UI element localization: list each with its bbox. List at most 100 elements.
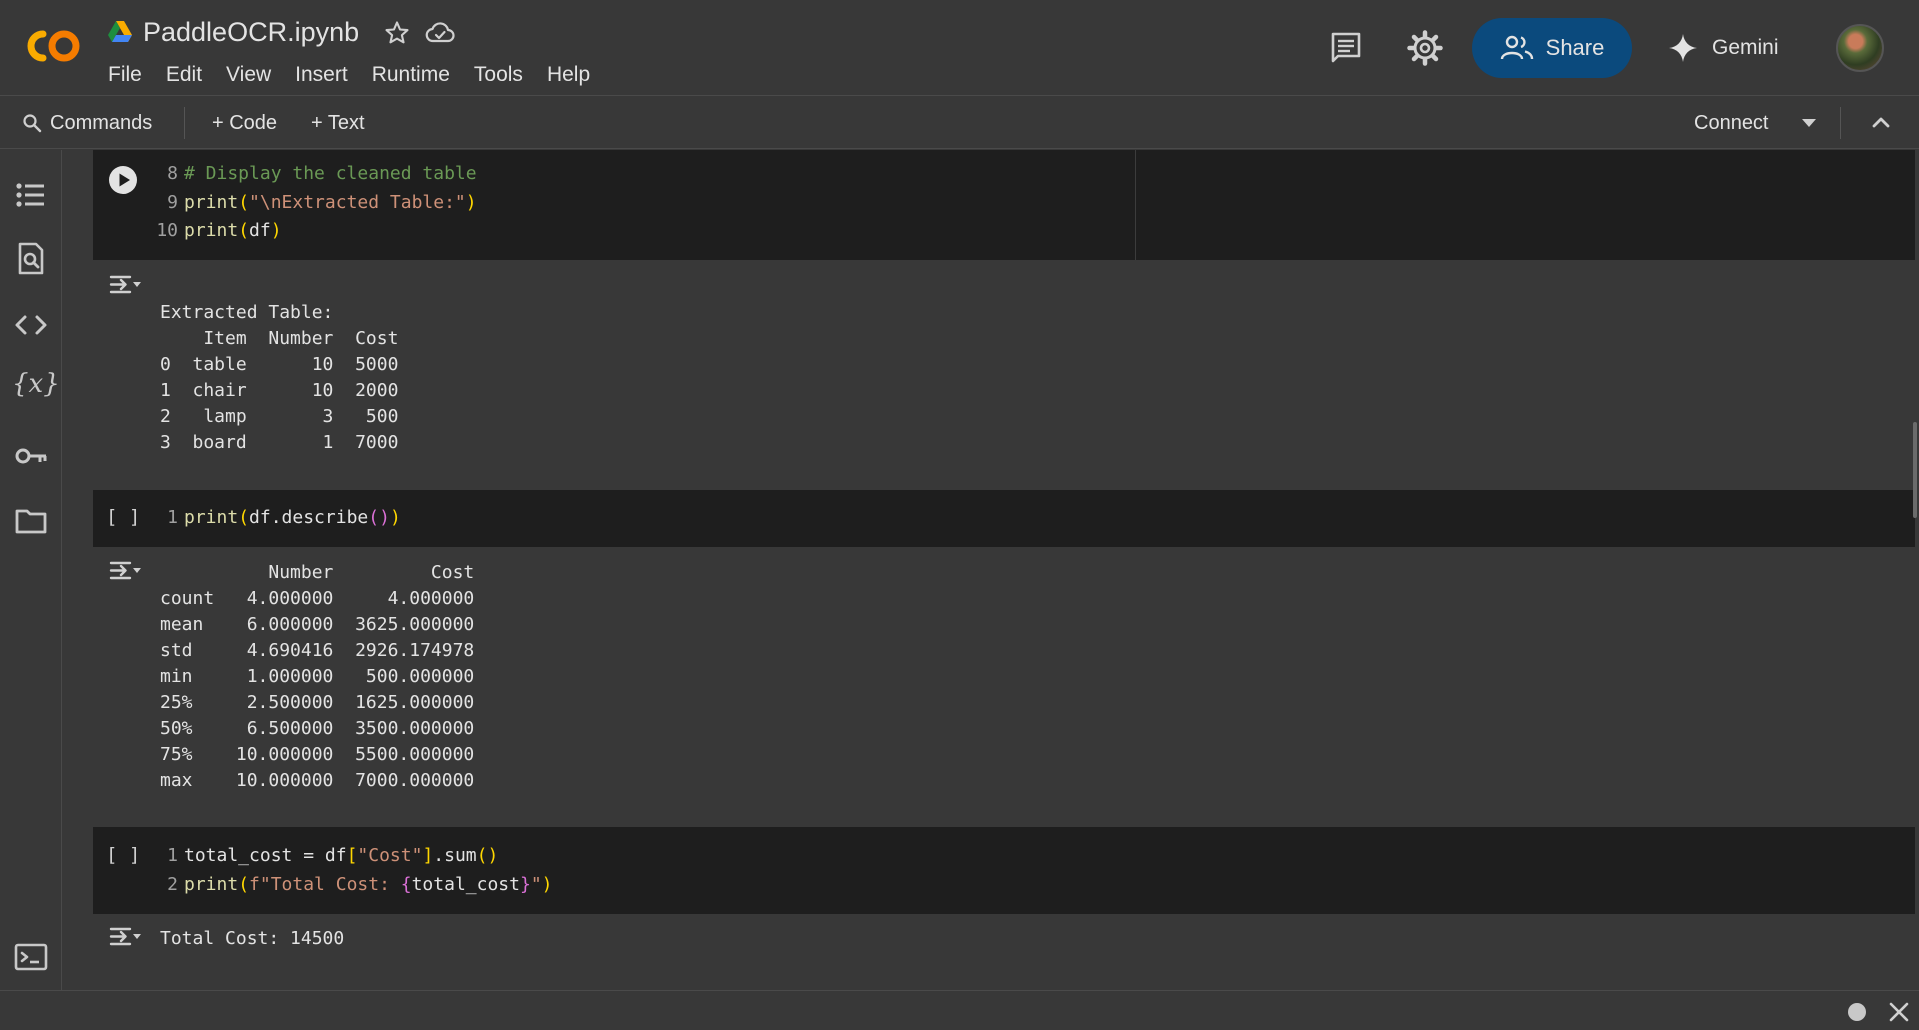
output-options-icon[interactable]	[108, 556, 142, 588]
gemini-button[interactable]: Gemini	[1668, 28, 1779, 68]
search-icon	[23, 114, 42, 133]
code-token: )	[465, 191, 477, 213]
code-token: {	[400, 873, 412, 895]
code-token: )	[270, 220, 282, 241]
app-header: PaddleOCR.ipynb File Edit View Insert Ru…	[0, 0, 1919, 96]
code-token: ()	[368, 507, 390, 528]
code-line: 9 print("\nExtracted Table:")	[146, 189, 477, 218]
notebook-toolbar: Commands + Code + Text Connect	[0, 97, 1919, 149]
line-number: 1	[167, 845, 178, 866]
code-snippets-icon[interactable]	[14, 308, 48, 342]
secrets-key-icon[interactable]	[14, 439, 48, 473]
add-text-label: + Text	[311, 111, 365, 134]
avatar[interactable]	[1836, 24, 1884, 72]
close-icon[interactable]	[1888, 1001, 1910, 1023]
status-dot-icon	[1848, 1003, 1866, 1021]
execution-count[interactable]: [ ]	[106, 844, 140, 866]
terminal-icon[interactable]	[14, 940, 48, 974]
code-token: (	[238, 220, 250, 241]
code-token: )	[541, 873, 553, 895]
cell-source[interactable]: 1 total_cost = df["Cost"].sum() 2 print(f"T…	[146, 842, 553, 900]
cloud-saved-icon[interactable]	[424, 18, 456, 48]
code-token: "Cost"	[357, 845, 423, 866]
line-number: 9	[167, 191, 178, 213]
code-token: f"Total Cost:	[249, 873, 401, 895]
cell-source[interactable]: 1 print(df.describe())	[146, 504, 401, 533]
line-number: 1	[167, 507, 178, 528]
code-token: [	[346, 845, 358, 866]
colab-logo-icon[interactable]	[22, 26, 84, 66]
code-token: (	[238, 507, 250, 528]
code-token: print	[184, 191, 239, 213]
comment-icon[interactable]	[1328, 30, 1364, 66]
toolbar-divider	[1840, 107, 1841, 139]
toolbar-divider	[184, 107, 185, 139]
cell-divider	[1135, 150, 1136, 260]
menubar: File Edit View Insert Runtime Tools Help	[108, 62, 602, 88]
people-icon	[1500, 35, 1533, 60]
files-folder-icon[interactable]	[14, 504, 48, 538]
variables-icon[interactable]: {x}	[12, 369, 60, 399]
menu-insert[interactable]: Insert	[283, 62, 360, 88]
menu-runtime[interactable]: Runtime	[360, 62, 462, 88]
code-line: 10 print(df)	[146, 217, 477, 246]
connect-button[interactable]: Connect	[1694, 97, 1769, 149]
cell-output: Total Cost: 14500	[160, 928, 345, 949]
execution-count[interactable]: [ ]	[106, 506, 140, 528]
cell-output: Extracted Table: Item Number Cost 0 tabl…	[160, 302, 399, 453]
add-code-label: + Code	[212, 111, 278, 134]
share-label: Share	[1545, 35, 1605, 60]
find-icon[interactable]	[14, 242, 48, 276]
gemini-sparkle-icon	[1669, 34, 1697, 62]
share-button[interactable]: Share	[1472, 18, 1632, 78]
output-options-icon[interactable]	[108, 270, 142, 302]
code-line: 2 print(f"Total Cost: {total_cost}")	[146, 871, 553, 900]
line-number: 8	[167, 163, 178, 184]
scrollbar-thumb[interactable]	[1913, 422, 1917, 518]
code-token: ()	[476, 845, 499, 866]
gemini-label: Gemini	[1712, 36, 1779, 59]
chevron-down-icon[interactable]	[1796, 110, 1822, 136]
code-token: df	[249, 220, 271, 241]
code-token: (	[238, 873, 250, 895]
cell-output: Number Cost count 4.000000 4.000000 mean…	[160, 562, 475, 791]
code-token: }	[519, 873, 531, 895]
table-of-contents-icon[interactable]	[14, 178, 48, 212]
menu-file[interactable]: File	[108, 62, 154, 88]
run-cell-icon[interactable]	[108, 165, 138, 195]
code-token: )	[389, 507, 401, 528]
notebook-title[interactable]: PaddleOCR.ipynb	[143, 16, 359, 48]
code-token: "	[530, 873, 542, 895]
menu-view[interactable]: View	[214, 62, 283, 88]
line-number: 10	[156, 220, 178, 241]
menu-help[interactable]: Help	[535, 62, 602, 88]
menu-edit[interactable]: Edit	[154, 62, 214, 88]
code-token: total_cost = df	[184, 845, 347, 866]
code-token: (	[238, 191, 250, 213]
code-token: total_cost	[411, 873, 520, 895]
google-drive-icon	[108, 21, 132, 42]
code-line: 1 print(df.describe())	[146, 504, 401, 533]
code-token: df.describe	[249, 507, 369, 528]
menu-tools[interactable]: Tools	[462, 62, 535, 88]
output-options-icon[interactable]	[108, 922, 142, 954]
code-token: print	[184, 507, 239, 528]
code-token: "\nExtracted Table:"	[249, 191, 466, 213]
add-text-button[interactable]: + Text	[311, 97, 365, 149]
chevron-up-icon[interactable]	[1867, 109, 1895, 137]
status-bar	[0, 990, 1919, 1030]
code-token: .sum	[433, 845, 477, 866]
gear-icon[interactable]	[1406, 29, 1444, 67]
commands-label: Commands	[50, 111, 153, 134]
code-token: print	[184, 220, 239, 241]
connect-label: Connect	[1694, 111, 1769, 134]
star-icon[interactable]	[383, 19, 411, 47]
line-number: 2	[167, 873, 178, 895]
add-code-button[interactable]: + Code	[212, 97, 277, 149]
code-line: 8 # Display the cleaned table	[146, 160, 477, 189]
side-rail: {x}	[0, 150, 62, 990]
code-token: print	[184, 873, 239, 895]
code-token: ]	[422, 845, 434, 866]
commands-button[interactable]: Commands	[22, 97, 152, 149]
cell-source[interactable]: 8 # Display the cleaned table 9 print("\nEx…	[146, 160, 477, 246]
